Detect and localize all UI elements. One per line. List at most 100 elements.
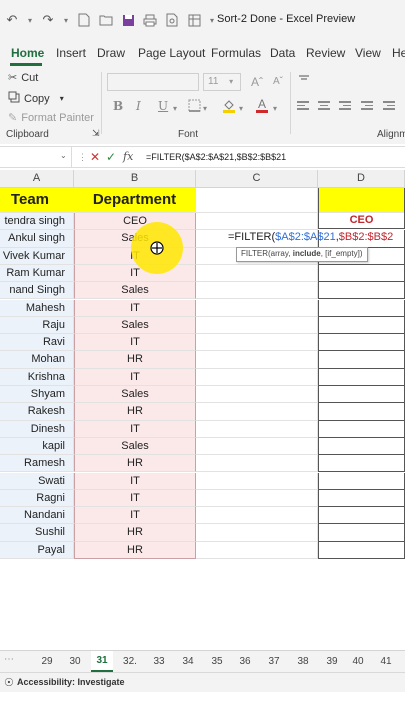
chevron-down-icon[interactable]: ▾: [239, 104, 243, 113]
tab-insert[interactable]: Insert: [56, 46, 86, 60]
department-cell[interactable]: IT: [74, 472, 196, 490]
cell-c[interactable]: [196, 489, 318, 508]
tab-data[interactable]: Data: [270, 46, 295, 60]
enter-icon[interactable]: ✓: [106, 150, 116, 164]
redo-dropdown-icon[interactable]: ▾: [62, 12, 70, 28]
align-left-icon[interactable]: [297, 101, 309, 111]
cell-d[interactable]: [318, 403, 405, 421]
cell-c[interactable]: [196, 403, 318, 421]
align-right-icon[interactable]: [339, 101, 351, 111]
department-cell[interactable]: IT: [74, 489, 196, 508]
cell-d[interactable]: [318, 351, 405, 369]
team-cell[interactable]: Swati: [0, 472, 74, 490]
undo-icon[interactable]: ↶: [4, 12, 20, 28]
font-name-dropdown[interactable]: [107, 73, 199, 91]
worksheet-grid[interactable]: A B C D Team Department tendra singh CEO A…: [0, 170, 405, 650]
cell-c[interactable]: [196, 437, 318, 456]
department-cell[interactable]: CEO: [74, 213, 196, 231]
cell-d2[interactable]: CEO: [318, 212, 405, 230]
print-icon[interactable]: [142, 12, 158, 28]
open-folder-icon[interactable]: [98, 12, 114, 28]
cell-c[interactable]: [196, 507, 318, 525]
align-top-icon[interactable]: [298, 74, 310, 86]
italic-button[interactable]: I: [136, 99, 141, 113]
tab-home[interactable]: Home: [11, 46, 44, 60]
cell-c[interactable]: [196, 334, 318, 352]
sheet-tab-11[interactable]: 39: [321, 656, 343, 667]
cell-d[interactable]: [318, 368, 405, 386]
team-cell[interactable]: tendra singh: [0, 213, 74, 231]
tab-draw[interactable]: Draw: [97, 46, 125, 60]
format-painter-button[interactable]: ✎ Format Painter: [8, 111, 94, 125]
cell-c[interactable]: [196, 351, 318, 369]
tab-review[interactable]: Review: [306, 46, 345, 60]
chevron-down-icon[interactable]: ▾: [203, 104, 207, 113]
department-cell[interactable]: Sales: [74, 386, 196, 404]
cell-d[interactable]: [318, 541, 405, 559]
column-header-c[interactable]: C: [196, 170, 318, 188]
department-cell[interactable]: IT: [74, 334, 196, 352]
tab-view[interactable]: View: [355, 46, 381, 60]
department-cell[interactable]: Sales: [74, 282, 196, 300]
team-cell[interactable]: Shyam: [0, 386, 74, 404]
team-cell[interactable]: Krishna: [0, 368, 74, 386]
department-cell[interactable]: Sales: [74, 316, 196, 335]
department-cell[interactable]: HR: [74, 403, 196, 421]
team-cell[interactable]: Vivek Kumar: [0, 247, 74, 265]
department-cell[interactable]: IT: [74, 507, 196, 525]
cell-d[interactable]: [318, 299, 405, 317]
department-cell[interactable]: IT: [74, 420, 196, 438]
cell-d[interactable]: [318, 264, 405, 283]
formula-input[interactable]: =FILTER($A$2:$A$21,$B$2:$B$21: [146, 152, 286, 162]
cell-c[interactable]: [196, 386, 318, 404]
team-cell[interactable]: nand Singh: [0, 282, 74, 300]
team-cell[interactable]: Dinesh: [0, 420, 74, 438]
cell-d[interactable]: [318, 420, 405, 438]
department-cell[interactable]: HR: [74, 455, 196, 473]
cell-c[interactable]: [196, 299, 318, 317]
team-cell[interactable]: Raju: [0, 316, 74, 335]
customize-toolbar-icon[interactable]: ▾: [208, 12, 216, 28]
header-department[interactable]: Department: [74, 188, 196, 213]
team-cell[interactable]: kapil: [0, 437, 74, 456]
team-cell[interactable]: Mohan: [0, 351, 74, 369]
cell-c[interactable]: [196, 282, 318, 300]
accessibility-icon[interactable]: ☉: [4, 676, 14, 689]
cell-d[interactable]: [318, 507, 405, 525]
sheet-tab-6[interactable]: 34: [177, 656, 199, 667]
cell-c[interactable]: [196, 420, 318, 438]
increase-indent-icon[interactable]: [383, 101, 395, 111]
chevron-down-icon[interactable]: ▾: [273, 104, 277, 113]
cell-c3-editing[interactable]: =FILTER($A$2:$A$21,$B$2:$B$2: [228, 231, 393, 243]
sheet-tab-2[interactable]: 30: [64, 656, 86, 667]
column-header-b[interactable]: B: [74, 170, 196, 188]
tab-page-layout[interactable]: Page Layout: [138, 46, 205, 60]
cell-d1[interactable]: [318, 188, 405, 213]
department-cell[interactable]: Sales: [74, 437, 196, 456]
department-cell[interactable]: HR: [74, 541, 196, 559]
table-icon[interactable]: [186, 12, 202, 28]
save-icon[interactable]: [120, 12, 136, 28]
cell-c[interactable]: [196, 455, 318, 473]
sheet-tab-13[interactable]: 41: [375, 656, 397, 667]
cell-c[interactable]: [196, 524, 318, 542]
name-box[interactable]: ⌄: [0, 147, 72, 167]
sheet-tab-1[interactable]: 29: [36, 656, 58, 667]
borders-icon[interactable]: [188, 99, 201, 112]
team-cell[interactable]: Ram Kumar: [0, 264, 74, 283]
team-cell[interactable]: Ramesh: [0, 455, 74, 473]
department-cell[interactable]: IT: [74, 299, 196, 317]
team-cell[interactable]: Sushil: [0, 524, 74, 542]
cell-c[interactable]: [196, 264, 318, 283]
underline-button[interactable]: U: [158, 99, 168, 113]
sheet-tab-8[interactable]: 36: [234, 656, 256, 667]
decrease-font-icon[interactable]: Aˇ: [273, 76, 283, 87]
sheet-tab-9[interactable]: 37: [263, 656, 285, 667]
accessibility-status[interactable]: Accessibility: Investigate: [17, 677, 125, 687]
sheet-tab-3[interactable]: 31: [91, 651, 113, 672]
new-file-icon[interactable]: [76, 12, 92, 28]
cell-d[interactable]: [318, 334, 405, 352]
insert-function-icon[interactable]: fx: [123, 150, 133, 163]
sheet-tab-4[interactable]: 32.: [119, 656, 141, 667]
redo-icon[interactable]: ↷: [40, 12, 56, 28]
